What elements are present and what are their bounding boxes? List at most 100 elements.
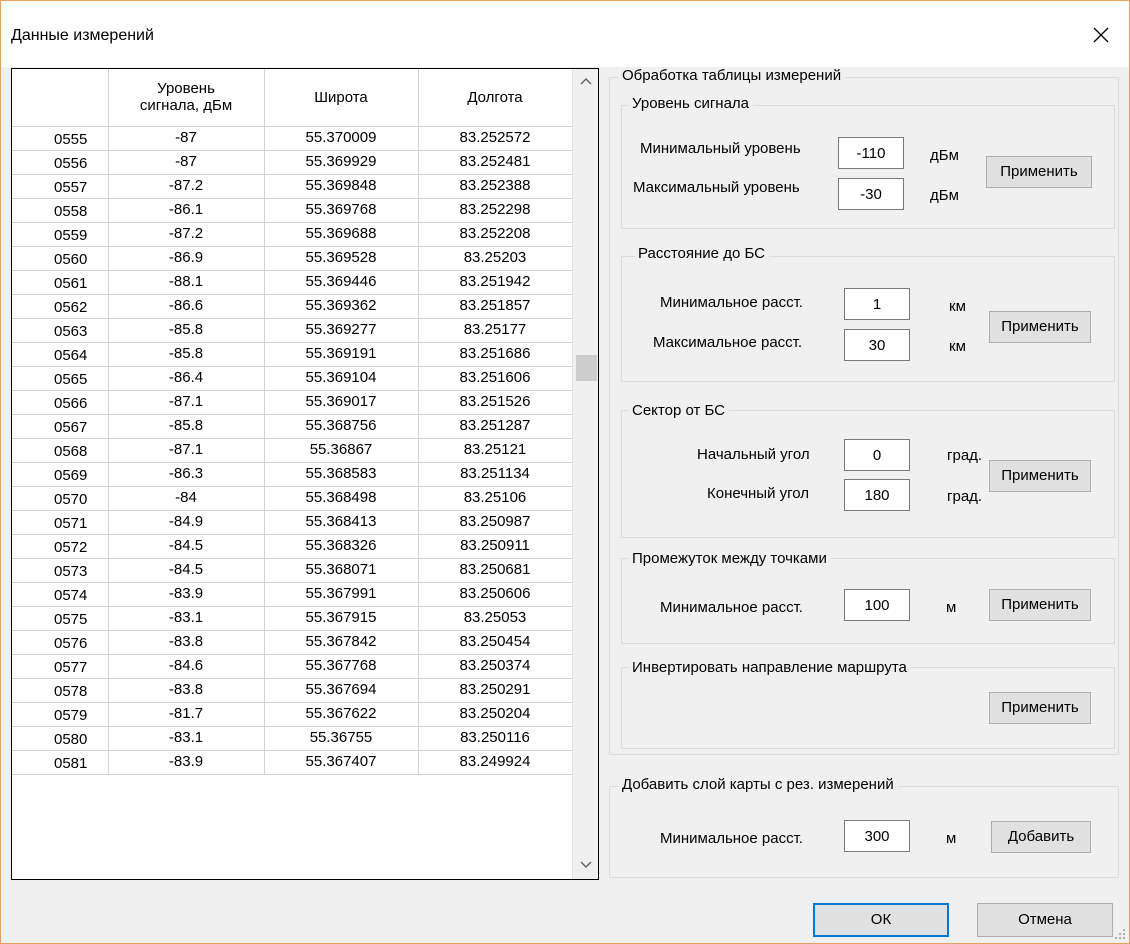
table-row[interactable]: 0559 -87.2 55.369688 83.252208 — [12, 222, 573, 247]
signal-cell[interactable]: -86.3 — [108, 462, 265, 487]
row-number-cell[interactable]: 0565 — [12, 366, 109, 391]
row-number-cell[interactable]: 0561 — [12, 270, 109, 295]
apply-signal-button[interactable]: Применить — [986, 156, 1092, 188]
row-number-cell[interactable]: 0581 — [12, 750, 109, 775]
signal-cell[interactable]: -81.7 — [108, 702, 265, 727]
latitude-cell[interactable]: 55.369104 — [264, 366, 419, 391]
row-number-cell[interactable]: 0577 — [12, 654, 109, 679]
longitude-cell[interactable]: 83.251606 — [418, 366, 573, 391]
row-number-cell[interactable]: 0572 — [12, 534, 109, 559]
latitude-cell[interactable]: 55.369929 — [264, 150, 419, 175]
signal-cell[interactable]: -84.6 — [108, 654, 265, 679]
signal-cell[interactable]: -84 — [108, 486, 265, 511]
signal-cell[interactable]: -83.1 — [108, 726, 265, 751]
add-layer-button[interactable]: Добавить — [991, 821, 1091, 853]
longitude-cell[interactable]: 83.251526 — [418, 390, 573, 415]
table-row[interactable]: 0575 -83.1 55.367915 83.25053 — [12, 606, 573, 631]
longitude-cell[interactable]: 83.25106 — [418, 486, 573, 511]
row-number-cell[interactable]: 0558 — [12, 198, 109, 223]
apply-invert-button[interactable]: Применить — [989, 692, 1091, 724]
longitude-cell[interactable]: 83.250374 — [418, 654, 573, 679]
max-distance-input[interactable] — [844, 329, 910, 361]
min-level-input[interactable] — [838, 137, 904, 169]
longitude-cell[interactable]: 83.250116 — [418, 726, 573, 751]
signal-cell[interactable]: -85.8 — [108, 414, 265, 439]
row-number-cell[interactable]: 0575 — [12, 606, 109, 631]
table-row[interactable]: 0555 -87 55.370009 83.252572 — [12, 126, 573, 151]
table-row[interactable]: 0576 -83.8 55.367842 83.250454 — [12, 630, 573, 655]
longitude-cell[interactable]: 83.25053 — [418, 606, 573, 631]
table-row[interactable]: 0581 -83.9 55.367407 83.249924 — [12, 750, 573, 775]
row-number-cell[interactable]: 0571 — [12, 510, 109, 535]
row-number-cell[interactable]: 0567 — [12, 414, 109, 439]
row-header-corner[interactable] — [12, 69, 109, 127]
latitude-cell[interactable]: 55.367622 — [264, 702, 419, 727]
layer-min-input[interactable] — [844, 820, 910, 852]
signal-cell[interactable]: -87 — [108, 150, 265, 175]
table-row[interactable]: 0570 -84 55.368498 83.25106 — [12, 486, 573, 511]
latitude-cell[interactable]: 55.369362 — [264, 294, 419, 319]
longitude-cell[interactable]: 83.252388 — [418, 174, 573, 199]
row-number-cell[interactable]: 0573 — [12, 558, 109, 583]
row-number-cell[interactable]: 0556 — [12, 150, 109, 175]
table-row[interactable]: 0579 -81.7 55.367622 83.250204 — [12, 702, 573, 727]
signal-cell[interactable]: -84.5 — [108, 558, 265, 583]
signal-cell[interactable]: -83.8 — [108, 630, 265, 655]
row-number-cell[interactable]: 0563 — [12, 318, 109, 343]
table-row[interactable]: 0560 -86.9 55.369528 83.25203 — [12, 246, 573, 271]
longitude-cell[interactable]: 83.252208 — [418, 222, 573, 247]
signal-cell[interactable]: -83.9 — [108, 582, 265, 607]
signal-cell[interactable]: -87.2 — [108, 174, 265, 199]
table-row[interactable]: 0568 -87.1 55.36867 83.25121 — [12, 438, 573, 463]
interval-min-input[interactable] — [844, 589, 910, 621]
apply-interval-button[interactable]: Применить — [989, 589, 1091, 621]
longitude-cell[interactable]: 83.252481 — [418, 150, 573, 175]
row-number-cell[interactable]: 0566 — [12, 390, 109, 415]
table-row[interactable]: 0580 -83.1 55.36755 83.250116 — [12, 726, 573, 751]
table-row[interactable]: 0565 -86.4 55.369104 83.251606 — [12, 366, 573, 391]
longitude-cell[interactable]: 83.250454 — [418, 630, 573, 655]
row-number-cell[interactable]: 0579 — [12, 702, 109, 727]
row-number-cell[interactable]: 0557 — [12, 174, 109, 199]
longitude-cell[interactable]: 83.25203 — [418, 246, 573, 271]
latitude-cell[interactable]: 55.367768 — [264, 654, 419, 679]
latitude-cell[interactable]: 55.36755 — [264, 726, 419, 751]
latitude-cell[interactable]: 55.36867 — [264, 438, 419, 463]
latitude-cell[interactable]: 55.367694 — [264, 678, 419, 703]
signal-cell[interactable]: -86.1 — [108, 198, 265, 223]
signal-cell[interactable]: -85.8 — [108, 318, 265, 343]
close-button[interactable] — [1073, 9, 1129, 61]
signal-cell[interactable]: -86.4 — [108, 366, 265, 391]
longitude-cell[interactable]: 83.25121 — [418, 438, 573, 463]
table-row[interactable]: 0557 -87.2 55.369848 83.252388 — [12, 174, 573, 199]
row-number-cell[interactable]: 0568 — [12, 438, 109, 463]
scrollbar-thumb[interactable] — [576, 355, 597, 381]
latitude-cell[interactable]: 55.367407 — [264, 750, 419, 775]
max-level-input[interactable] — [838, 178, 904, 210]
scroll-down-button[interactable] — [573, 853, 598, 877]
latitude-cell[interactable]: 55.369446 — [264, 270, 419, 295]
longitude-cell[interactable]: 83.252298 — [418, 198, 573, 223]
resize-grip-icon[interactable] — [1114, 928, 1126, 940]
row-number-cell[interactable]: 0564 — [12, 342, 109, 367]
cancel-button[interactable]: Отмена — [977, 903, 1113, 937]
column-header-signal[interactable]: Уровень сигнала, дБм — [108, 69, 265, 127]
longitude-cell[interactable]: 83.251134 — [418, 462, 573, 487]
longitude-cell[interactable]: 83.251857 — [418, 294, 573, 319]
latitude-cell[interactable]: 55.369528 — [264, 246, 419, 271]
longitude-cell[interactable]: 83.25177 — [418, 318, 573, 343]
longitude-cell[interactable]: 83.250987 — [418, 510, 573, 535]
column-header-longitude[interactable]: Долгота — [418, 69, 573, 127]
vertical-scrollbar[interactable] — [572, 69, 598, 879]
latitude-cell[interactable]: 55.368756 — [264, 414, 419, 439]
table-row[interactable]: 0577 -84.6 55.367768 83.250374 — [12, 654, 573, 679]
longitude-cell[interactable]: 83.249924 — [418, 750, 573, 775]
apply-sector-button[interactable]: Применить — [989, 460, 1091, 492]
table-row[interactable]: 0574 -83.9 55.367991 83.250606 — [12, 582, 573, 607]
row-number-cell[interactable]: 0580 — [12, 726, 109, 751]
signal-cell[interactable]: -84.5 — [108, 534, 265, 559]
row-number-cell[interactable]: 0578 — [12, 678, 109, 703]
column-header-latitude[interactable]: Широта — [264, 69, 419, 127]
signal-cell[interactable]: -87 — [108, 126, 265, 151]
min-distance-input[interactable] — [844, 288, 910, 320]
